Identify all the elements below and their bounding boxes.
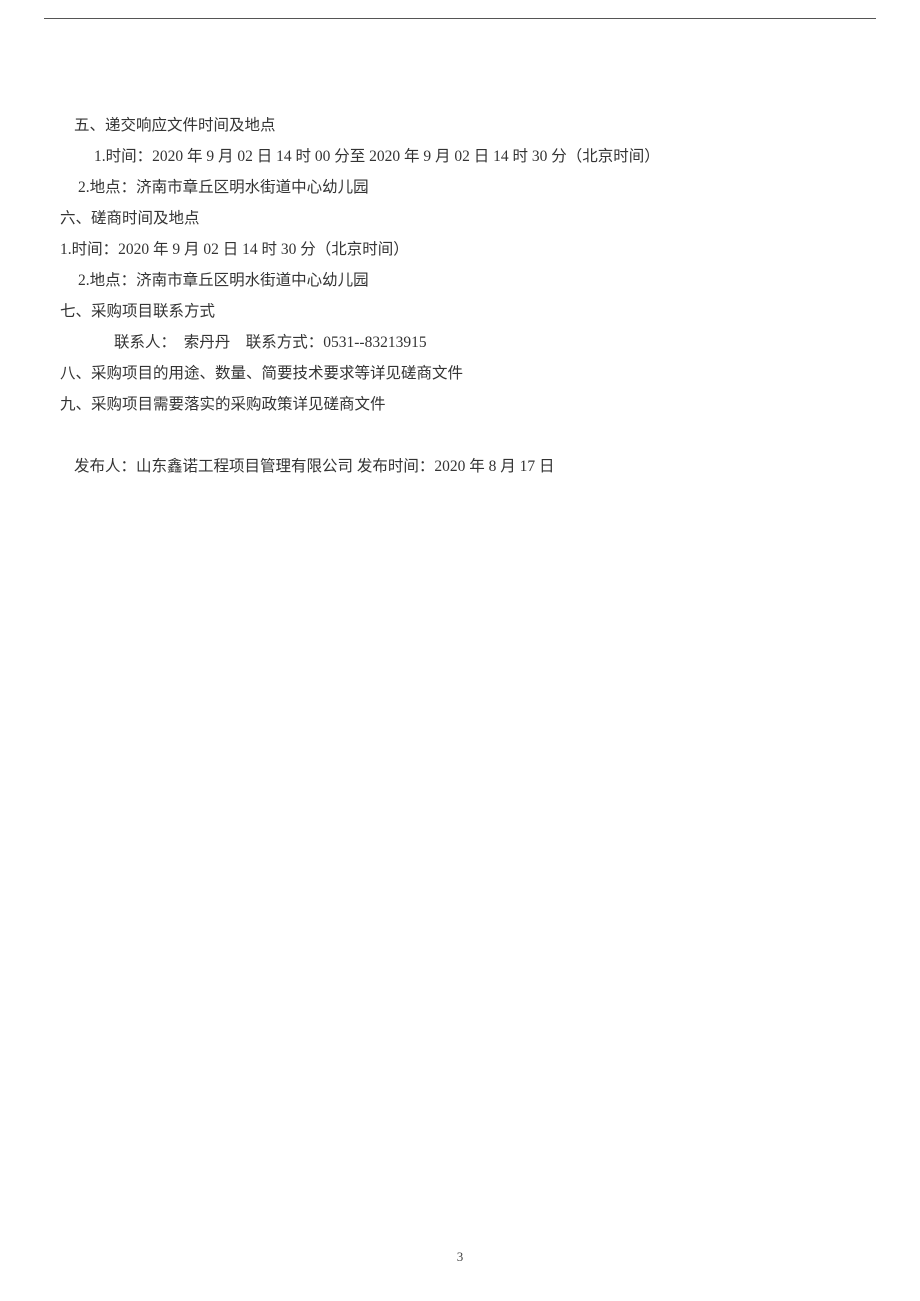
section-7-contact: 联系人： 索丹丹 联系方式：0531--83213915 xyxy=(60,327,860,358)
section-7-heading: 七、采购项目联系方式 xyxy=(60,296,860,327)
section-9-heading: 九、采购项目需要落实的采购政策详见磋商文件 xyxy=(60,389,860,420)
publisher-line: 发布人：山东鑫诺工程项目管理有限公司 发布时间：2020 年 8 月 17 日 xyxy=(60,451,860,482)
section-5-item-2: 2.地点：济南市章丘区明水街道中心幼儿园 xyxy=(60,172,860,203)
document-body: 五、递交响应文件时间及地点 1.时间：2020 年 9 月 02 日 14 时 … xyxy=(60,110,860,482)
page-number: 3 xyxy=(0,1249,920,1265)
section-5-item-1: 1.时间：2020 年 9 月 02 日 14 时 00 分至 2020 年 9… xyxy=(60,141,860,172)
section-5-heading: 五、递交响应文件时间及地点 xyxy=(60,110,860,141)
section-6-item-1: 1.时间：2020 年 9 月 02 日 14 时 30 分（北京时间） xyxy=(60,234,860,265)
section-6-heading: 六、磋商时间及地点 xyxy=(60,203,860,234)
section-8-heading: 八、采购项目的用途、数量、简要技术要求等详见磋商文件 xyxy=(60,358,860,389)
blank-line xyxy=(60,420,860,451)
header-rule xyxy=(44,18,876,19)
section-6-item-2: 2.地点：济南市章丘区明水街道中心幼儿园 xyxy=(60,265,860,296)
